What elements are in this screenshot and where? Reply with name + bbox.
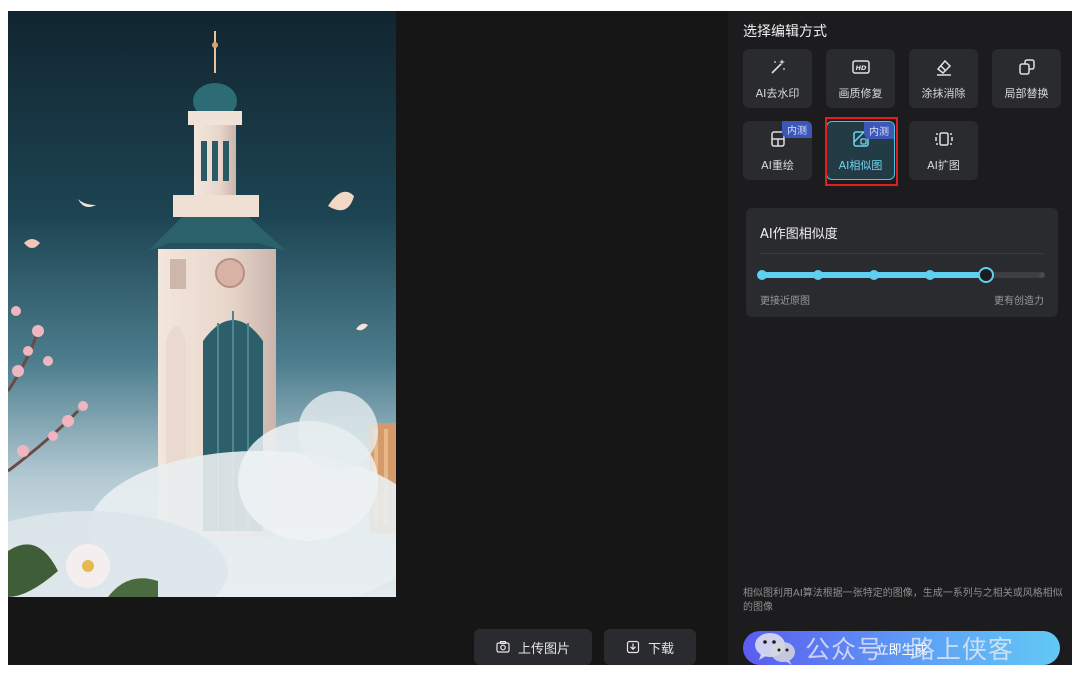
beta-badge: 内测 (782, 121, 812, 138)
mode-label: 画质修复 (838, 86, 883, 100)
download-icon (626, 640, 640, 654)
mode-ai-watermark-removal[interactable]: AI去水印 (743, 49, 812, 108)
hd-icon: HD (851, 59, 870, 74)
mode-ai-repaint[interactable]: 内测 AI重绘 (743, 121, 812, 180)
upload-image-button[interactable]: 上传图片 (474, 629, 593, 665)
mode-description: 相似图利用AI算法根据一张特定的图像，生成一系列与之相关或风格相似的图像 (743, 588, 1063, 613)
expand-icon (934, 131, 953, 146)
svg-text:HD: HD (855, 64, 866, 72)
slider-step-dot[interactable] (925, 270, 935, 280)
slider-step-dot[interactable] (757, 270, 767, 280)
slider-step-dot[interactable] (1039, 272, 1045, 278)
panel-title: 选择编辑方式 (743, 24, 827, 40)
magic-wand-icon (770, 58, 785, 74)
mode-label: AI去水印 (755, 86, 800, 100)
generate-now-button[interactable]: 立即生成 (743, 631, 1060, 665)
slider-max-label: 更有创造力 (994, 296, 1044, 307)
generate-label: 立即生成 (875, 642, 928, 658)
download-button[interactable]: 下载 (604, 629, 697, 665)
slider-thumb[interactable] (978, 267, 994, 283)
slider-step-dot[interactable] (869, 270, 879, 280)
generated-artwork-image (8, 11, 396, 597)
beta-badge: 内测 (864, 122, 894, 139)
mode-label: 局部替换 (1004, 86, 1049, 100)
camera-icon (496, 641, 510, 653)
mode-label: AI扩图 (927, 158, 960, 172)
app-window: 上传图片 下载 选择编辑方式 AI去水印 HD 画质修复 涂抹消除 局部替换 内… (8, 11, 1072, 665)
edit-mode-grid: AI去水印 HD 画质修复 涂抹消除 局部替换 内测 AI重绘 内测 AI相似图… (743, 49, 1061, 180)
mode-quality-restore[interactable]: HD 画质修复 (826, 49, 895, 108)
mode-ai-expand[interactable]: AI扩图 (909, 121, 978, 180)
mode-label: 涂抹消除 (921, 86, 966, 100)
eraser-icon (936, 59, 951, 76)
download-label: 下载 (648, 641, 675, 657)
edit-panel: 选择编辑方式 AI去水印 HD 画质修复 涂抹消除 局部替换 内测 AI重绘 内… (728, 11, 1072, 665)
slider-min-label: 更接近原图 (760, 296, 810, 307)
mode-partial-replace[interactable]: 局部替换 (992, 49, 1061, 108)
preview-area: 上传图片 下载 (8, 11, 728, 665)
bottom-toolbar: 上传图片 下载 (474, 629, 697, 665)
mode-label: AI重绘 (761, 158, 794, 172)
mode-label: AI相似图 (838, 158, 883, 172)
replace-icon (1018, 58, 1035, 75)
upload-image-label: 上传图片 (518, 641, 571, 657)
mode-smear-erase[interactable]: 涂抹消除 (909, 49, 978, 108)
mode-ai-similar-image[interactable]: 内测 AI相似图 (826, 121, 895, 180)
similarity-slider[interactable] (757, 267, 1045, 283)
divider (760, 253, 1044, 254)
slider-step-dot[interactable] (813, 270, 823, 280)
similarity-title: AI作图相似度 (760, 227, 838, 242)
similarity-card: AI作图相似度 更接近原图 更有创造力 (746, 208, 1058, 317)
